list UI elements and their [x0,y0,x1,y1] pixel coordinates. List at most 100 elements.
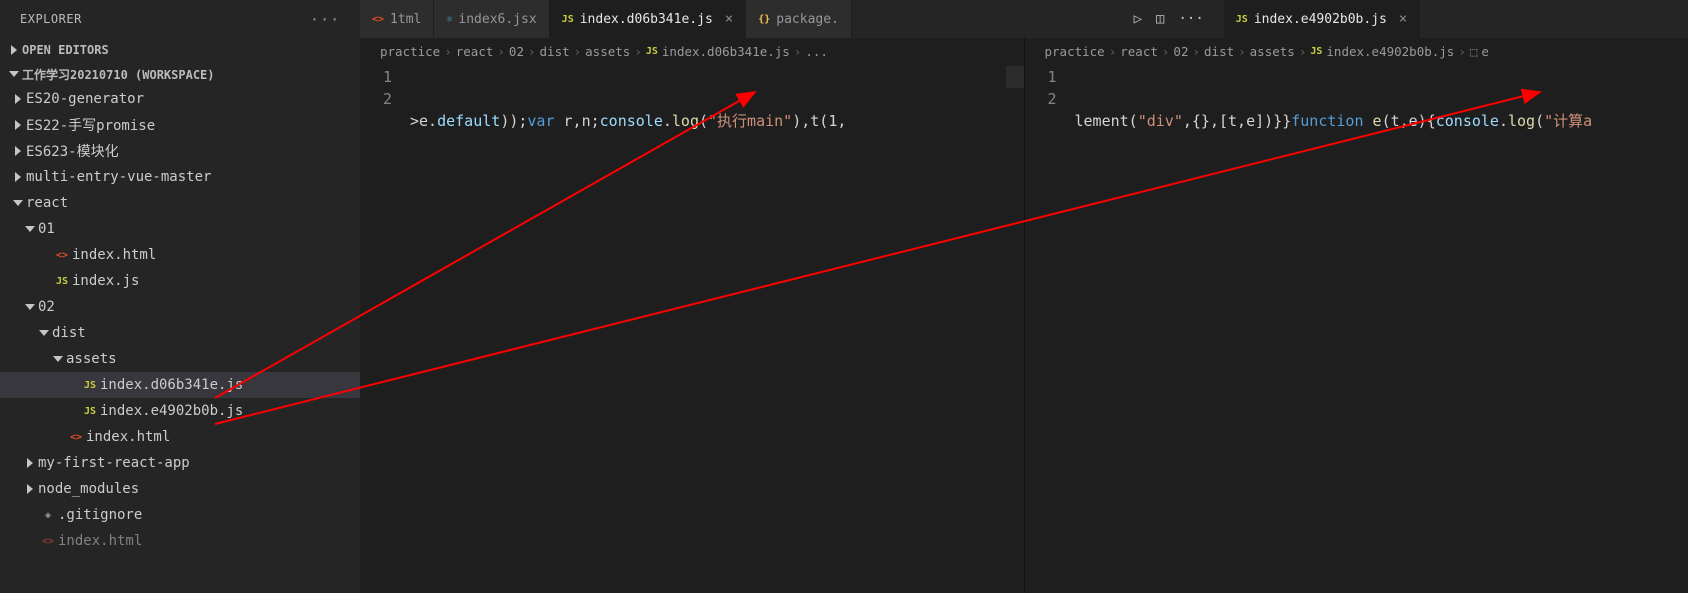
chevron-right-icon [22,484,38,494]
close-icon[interactable]: × [725,11,733,27]
file-tree: ES20-generator ES22-手写promise ES623-模块化mul… [0,86,360,554]
line-number: 1 [360,66,392,88]
crumb[interactable]: assets [1250,44,1295,59]
tree-label: index.html [86,429,170,445]
tab-label: package. [776,12,839,27]
tree-folder[interactable]: 01 [0,216,360,242]
tree-folder[interactable]: my-first-react-app [0,450,360,476]
run-icon[interactable]: ▷ [1134,11,1142,27]
react-file-icon: ⚛ [446,14,452,25]
tree-label: index.html [58,533,142,549]
tree-label: ES20-generator [26,91,144,107]
code-content[interactable]: lement("div",{},[t,e])}}function e(t,e){… [1075,66,1688,242]
tab-label: index.e4902b0b.js [1254,12,1387,27]
code-view-right[interactable]: 1 2 lement("div",{},[t,e])}}function e(t… [1025,64,1688,242]
tree-folder[interactable]: ES22-手写promise [0,112,360,138]
crumb[interactable]: assets [585,44,630,59]
editor-area: <> 1tml ⚛ index6.jsx JS index.d06b341e.js × {} p… [360,0,1688,593]
tree-folder[interactable]: react [0,190,360,216]
explorer-title: EXPLORER [20,12,82,26]
js-file-icon: JS [1236,14,1248,25]
chevron-right-icon [6,45,22,55]
tree-folder[interactable]: assets [0,346,360,372]
tree-folder[interactable]: ES623-模块化 [0,138,360,164]
editor-tab[interactable]: {} package. [746,0,852,38]
tree-label: 01 [38,221,55,237]
tree-label: node_modules [38,481,139,497]
more-actions-icon[interactable]: ··· [1178,11,1203,27]
crumb[interactable]: dist [540,44,570,59]
open-editors-label: OPEN EDITORS [22,43,109,57]
git-file-icon: ◈ [38,510,58,521]
code-content[interactable]: >e.default));var r,n;console.log("执行main… [410,66,1024,264]
tree-folder[interactable]: node_modules [0,476,360,502]
tree-file[interactable]: <>index.html [0,424,360,450]
tree-file[interactable]: JSindex.e4902b0b.js [0,398,360,424]
crumb-file[interactable]: index.e4902b0b.js [1326,44,1454,59]
crumb-extra[interactable]: ... [805,44,828,59]
tree-label: index.js [72,273,139,289]
crumb[interactable]: practice [1045,44,1105,59]
js-file-icon: JS [562,14,574,25]
minimap[interactable] [1006,66,1024,88]
open-editors-section[interactable]: OPEN EDITORS [0,38,360,62]
tree-label: ES22-手写promise [26,115,155,135]
breadcrumb[interactable]: practice› react› 02› dist› assets› JS in… [1025,38,1688,64]
editor-tab[interactable]: <> 1tml [360,0,434,38]
editor-pane-left: practice› react› 02› dist› assets› JS in… [360,38,1024,593]
crumb[interactable]: react [456,44,494,59]
line-number: 1 [1025,66,1057,88]
html-file-icon: <> [372,14,384,25]
chevron-down-icon [6,69,22,79]
crumb[interactable]: practice [380,44,440,59]
editor-tab[interactable]: ⚛ index6.jsx [434,0,549,38]
workspace-section[interactable]: 工作学习20210710 (WORKSPACE) [0,62,360,86]
json-file-icon: {} [758,14,770,25]
tree-folder[interactable]: ES20-generator [0,86,360,112]
chevron-down-icon [22,224,38,234]
html-file-icon: <> [52,250,72,261]
js-file-icon: JS [52,276,72,287]
tab-label: index6.jsx [458,12,536,27]
tree-label: .gitignore [58,507,142,523]
tree-file[interactable]: JSindex.js [0,268,360,294]
tree-file[interactable]: JSindex.d06b341e.js [0,372,360,398]
chevron-right-icon [10,146,26,156]
breadcrumb[interactable]: practice› react› 02› dist› assets› JS in… [360,38,1024,64]
tree-label: react [26,195,68,211]
tree-file[interactable]: <>index.html [0,528,360,554]
line-number: 2 [1025,88,1057,110]
crumb[interactable]: 02 [1173,44,1188,59]
chevron-down-icon [50,354,66,364]
explorer-sidebar: EXPLORER ··· OPEN EDITORS 工作学习20210710 (… [0,0,360,593]
explorer-header: EXPLORER ··· [0,0,360,38]
close-icon[interactable]: × [1399,11,1407,27]
crumb[interactable]: 02 [509,44,524,59]
tree-file[interactable]: <>index.html [0,242,360,268]
crumb-file[interactable]: index.d06b341e.js [662,44,790,59]
explorer-more-icon[interactable]: ··· [304,8,346,31]
crumb-extra[interactable]: e [1481,44,1489,59]
tree-folder[interactable]: multi-entry-vue-master [0,164,360,190]
tree-file[interactable]: ◈.gitignore [0,502,360,528]
split-editor-icon[interactable]: ◫ [1156,11,1164,27]
tree-label: assets [66,351,117,367]
tree-folder[interactable]: dist [0,320,360,346]
editor-tab[interactable]: JS index.d06b341e.js × [550,0,747,38]
tree-label: index.html [72,247,156,263]
tree-folder[interactable]: 02 [0,294,360,320]
chevron-down-icon [22,302,38,312]
tab-label: 1tml [390,12,421,27]
gutter: 1 2 [360,66,410,264]
vscode-window: EXPLORER ··· OPEN EDITORS 工作学习20210710 (… [0,0,1688,593]
code-view-left[interactable]: 1 2 >e.default));var r,n;console.log("执行… [360,64,1024,264]
crumb[interactable]: react [1120,44,1158,59]
tree-label: my-first-react-app [38,455,190,471]
js-file-icon: JS [646,46,658,57]
chevron-down-icon [36,328,52,338]
tab-right-group[interactable]: JS index.e4902b0b.js × [1224,0,1421,38]
tab-label: index.d06b341e.js [580,12,713,27]
chevron-down-icon [10,198,26,208]
tree-label: index.d06b341e.js [100,377,243,393]
crumb[interactable]: dist [1204,44,1234,59]
